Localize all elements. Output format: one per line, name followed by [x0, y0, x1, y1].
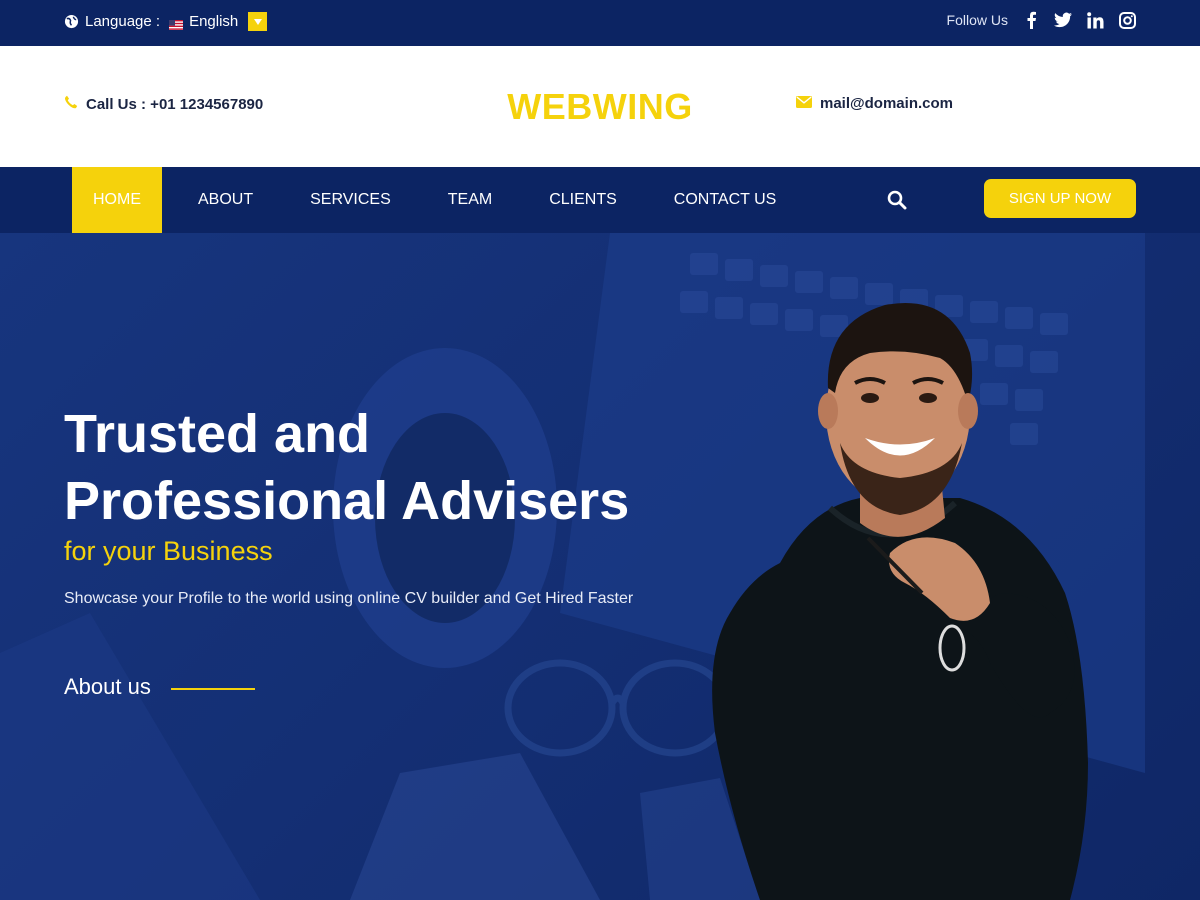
nav-item-about[interactable]: ABOUT: [177, 167, 274, 233]
language-label: Language :: [85, 13, 161, 30]
site-logo[interactable]: WEBWING: [0, 86, 1200, 128]
us-flag-icon: [169, 17, 184, 30]
email-text: mail@domain.com: [820, 95, 953, 112]
person-image: [712, 303, 1088, 900]
globe-icon: [64, 14, 79, 29]
hero-subheadline: for your Business: [64, 536, 273, 566]
site-header: Call Us : +01 1234567890 WEBWING mail@do…: [0, 46, 1200, 167]
social-follow: Follow Us: [947, 11, 1136, 29]
headline-line-1: Trusted and: [64, 404, 371, 464]
twitter-icon[interactable]: [1054, 11, 1072, 29]
about-us-underline: [170, 688, 255, 690]
nav-menu: HOME ABOUT SERVICES TEAM CLIENTS CONTACT US: [72, 167, 812, 233]
facebook-icon[interactable]: [1022, 11, 1040, 29]
instagram-icon[interactable]: [1118, 11, 1136, 29]
follow-label: Follow Us: [946, 12, 1008, 28]
chevron-down-icon[interactable]: [248, 12, 268, 31]
nav-item-services[interactable]: SERVICES: [289, 167, 412, 233]
language-selector[interactable]: Language : English: [64, 12, 268, 31]
nav-item-home[interactable]: HOME: [72, 167, 162, 233]
sign-up-button[interactable]: SIGN UP NOW: [984, 179, 1136, 218]
main-nav: HOME ABOUT SERVICES TEAM CLIENTS CONTACT US S…: [0, 167, 1200, 233]
hero-headline: Trusted and Professional Advisers: [64, 401, 629, 535]
language-value[interactable]: English: [189, 13, 238, 30]
email-info[interactable]: mail@domain.com: [796, 95, 953, 112]
hero-section: Trusted and Professional Advisers for yo…: [0, 233, 1200, 900]
envelope-icon: [796, 95, 812, 112]
headline-line-2: Professional Advisers: [64, 471, 630, 531]
linkedin-icon[interactable]: [1086, 11, 1104, 29]
about-us-label: About us: [64, 674, 151, 699]
nav-item-contact-us[interactable]: CONTACT US: [653, 167, 798, 233]
about-us-link[interactable]: About us: [64, 674, 255, 700]
nav-item-clients[interactable]: CLIENTS: [528, 167, 638, 233]
search-icon[interactable]: [887, 190, 907, 210]
nav-item-team[interactable]: TEAM: [427, 167, 513, 233]
hero-description: Showcase your Profile to the world using…: [64, 590, 634, 607]
top-bar: Language : English Follow Us: [0, 0, 1200, 46]
